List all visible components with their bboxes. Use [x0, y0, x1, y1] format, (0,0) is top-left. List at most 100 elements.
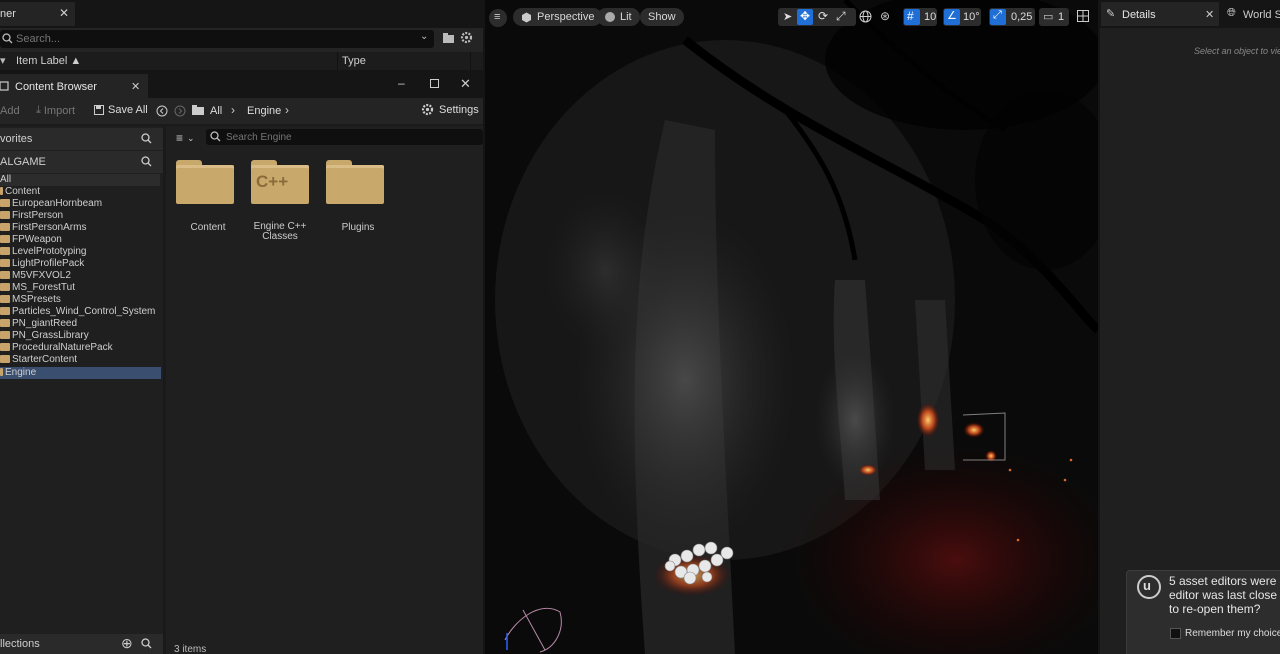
viewport-menu-button[interactable]: ≡ [489, 9, 507, 27]
tree-item[interactable]: PN_GrassLibrary [0, 330, 89, 342]
filter-dropdown[interactable]: ≡ ⌄ [176, 131, 195, 145]
asset-search-input[interactable] [226, 130, 476, 144]
add-collection-icon[interactable]: ⊕ [121, 635, 133, 652]
save-icon [94, 105, 104, 115]
world-local-icon[interactable] [859, 10, 872, 23]
rotation-snap-button[interactable]: ∠ 10° [943, 8, 981, 26]
outliner-tab[interactable]: ner ✕ [0, 2, 75, 26]
remember-label: Remember my choice [1185, 628, 1280, 639]
cb-toolbar: Add ⤓ Import Save All All › Engine › Set… [0, 98, 483, 124]
lit-button[interactable]: Lit [597, 8, 640, 26]
folder-icon [0, 259, 10, 267]
folder-icon[interactable] [192, 105, 205, 116]
close-window-icon[interactable]: ✕ [460, 76, 471, 92]
lit-label: Lit [620, 11, 632, 23]
tree-item[interactable]: LightProfilePack [0, 258, 84, 270]
chevron-down-icon[interactable]: ⌄ [420, 31, 428, 42]
project-label: ALGAME [0, 156, 46, 168]
search-icon[interactable] [141, 638, 152, 649]
scale-icon[interactable]: ⤢ [836, 9, 846, 24]
tree-item-engine-selected[interactable]: Engine [0, 367, 161, 379]
maximize-icon[interactable] [430, 79, 440, 89]
tree-item[interactable]: M5VFXVOL2 [0, 270, 71, 282]
tree-item-all[interactable]: All [0, 174, 160, 186]
search-icon[interactable] [141, 156, 152, 167]
surface-snap-icon[interactable]: ⊛ [880, 9, 890, 23]
folder-tile-engine-cpp[interactable]: C++ Engine C++ Classes [251, 160, 315, 242]
translate-icon[interactable]: ✥ [797, 9, 813, 25]
close-icon[interactable]: ✕ [131, 80, 140, 93]
checkbox-box[interactable] [1170, 628, 1181, 639]
show-label: Show [648, 11, 676, 23]
asset-search-box[interactable] [206, 129, 483, 145]
tree-item[interactable]: MS_ForestTut [0, 282, 75, 294]
tree-item[interactable]: EuropeanHornbeam [0, 198, 102, 210]
tree-item[interactable]: FirstPerson [0, 210, 63, 222]
scale-snap-button[interactable]: ⤢ 0,25 [989, 8, 1035, 26]
folder-icon [326, 160, 386, 206]
outliner-tabbar: ner ✕ [0, 0, 483, 28]
chevron-right-icon: › [231, 103, 235, 117]
camera-speed-button[interactable]: ▭ 1 [1039, 8, 1069, 26]
project-header[interactable]: ALGAME [0, 151, 163, 173]
close-icon[interactable]: ✕ [1205, 8, 1214, 21]
tree-item[interactable]: MSPresets [0, 294, 61, 306]
cb-tab[interactable]: Content Browser ✕ [0, 74, 148, 98]
item-count-label: 3 items [174, 644, 207, 654]
tree-item[interactable]: PN_giantReed [0, 318, 77, 330]
minimize-icon[interactable]: – [398, 76, 405, 90]
perspective-button[interactable]: Perspective [513, 8, 603, 26]
col-type[interactable]: Type [342, 55, 366, 67]
search-icon[interactable] [141, 133, 152, 144]
forward-icon[interactable] [174, 105, 186, 117]
import-button[interactable]: ⤓ Import [36, 104, 75, 117]
outliner-search-input[interactable] [16, 32, 406, 46]
perspective-label: Perspective [537, 11, 595, 23]
content-browser: Content Browser ✕ – ✕ Add ⤓ Import Save … [0, 72, 483, 654]
show-button[interactable]: Show [640, 8, 684, 26]
select-icon[interactable]: ➤ [783, 10, 792, 23]
folder-icon [0, 283, 10, 291]
pin-icon[interactable]: ▾ [0, 54, 6, 67]
gear-icon[interactable] [460, 31, 473, 44]
tree-item[interactable]: StarterContent [0, 354, 77, 366]
level-viewport[interactable]: ≡ Perspective Lit Show ➤ ✥ ⟳ ⤢ ⊛ # 10 ∠ … [485, 0, 1098, 654]
grid-size-value: 10 [924, 11, 937, 23]
folder-icon [0, 355, 10, 363]
tree-item[interactable]: FirstPersonArms [0, 222, 86, 234]
details-panel: ✎ Details ✕ 🌐︎ World Se Select an object… [1100, 0, 1280, 654]
cube-icon [522, 12, 531, 22]
add-button[interactable]: Add [0, 105, 20, 117]
chevron-right-icon[interactable]: › [285, 103, 289, 117]
layout-icon[interactable] [1077, 10, 1090, 23]
grid-snap-button[interactable]: # 10 [903, 8, 937, 26]
hamburger-icon: ≡ [494, 11, 501, 23]
outliner-search-box[interactable]: ⌄ [0, 30, 434, 48]
add-folder-icon[interactable] [442, 32, 456, 44]
tree-item[interactable]: FPWeapon [0, 234, 62, 246]
folder-icon [0, 247, 10, 255]
notification-line: 5 asset editors were [1169, 574, 1277, 588]
col-item-label[interactable]: Item Label ▲ [16, 55, 81, 67]
breadcrumb-engine[interactable]: Engine [247, 105, 281, 117]
tree-item[interactable]: LevelPrototyping [0, 246, 87, 258]
breadcrumb-all[interactable]: All [210, 105, 222, 117]
settings-button[interactable]: Settings [421, 103, 479, 116]
rotate-icon[interactable]: ⟳ [818, 9, 828, 23]
favorites-header[interactable]: vorites [0, 128, 163, 150]
close-icon[interactable]: ✕ [59, 6, 69, 20]
tree-item[interactable]: ProceduralNaturePack [0, 342, 113, 354]
world-settings-tab[interactable]: 🌐︎ World Se [1226, 2, 1280, 26]
tree-item-content[interactable]: Content [0, 186, 40, 198]
tree-item[interactable]: Particles_Wind_Control_System [0, 306, 155, 318]
folder-tile-content[interactable]: Content [176, 160, 240, 240]
folder-tile-plugins[interactable]: Plugins [326, 160, 390, 240]
back-icon[interactable] [156, 105, 168, 117]
folder-icon [0, 319, 10, 327]
folder-label: Content [190, 222, 226, 233]
save-all-button[interactable]: Save All [94, 104, 148, 116]
outliner-tab-label: ner [0, 8, 16, 20]
collections-header[interactable]: llections ⊕ [0, 634, 163, 654]
remember-choice-checkbox[interactable]: Remember my choice [1170, 628, 1280, 639]
details-tab[interactable]: ✎ Details ✕ [1101, 2, 1219, 26]
